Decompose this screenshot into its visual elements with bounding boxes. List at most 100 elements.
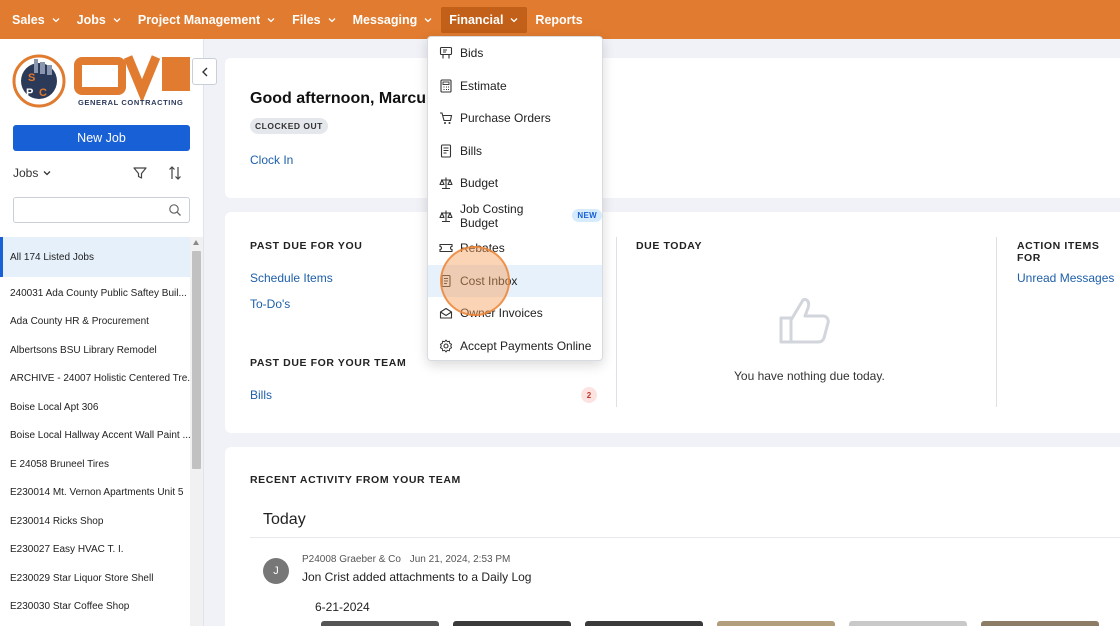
due-items-card: PAST DUE FOR YOU Schedule Items To-Do's …	[225, 212, 1120, 433]
menu-item-estimate[interactable]: Estimate	[428, 70, 602, 102]
bids-icon	[439, 46, 453, 59]
filter-icon[interactable]	[132, 165, 148, 181]
activity-day-heading: Today	[263, 511, 306, 528]
attachment-thumbnails	[321, 621, 1099, 626]
jobs-dropdown[interactable]: Jobs	[13, 166, 52, 180]
nav-sales[interactable]: Sales	[4, 7, 69, 33]
attachment-thumbnail[interactable]	[321, 621, 439, 626]
collapse-sidebar-button[interactable]	[192, 58, 217, 85]
new-badge: NEW	[572, 209, 602, 222]
past-due-you-heading: PAST DUE FOR YOU	[250, 240, 363, 252]
attachment-thumbnail[interactable]	[717, 621, 835, 626]
due-today-heading: DUE TODAY	[636, 240, 703, 252]
job-list-item[interactable]: 240031 Ada County Public Saftey Buil...	[0, 279, 190, 308]
scale-icon	[439, 210, 453, 222]
search-icon[interactable]	[168, 203, 182, 217]
recent-activity-heading: RECENT ACTIVITY FROM YOUR TEAM	[250, 474, 461, 486]
avatar: J	[263, 558, 289, 584]
thumbs-up-icon	[779, 298, 830, 344]
chevron-down-icon	[327, 15, 337, 25]
job-list-item[interactable]: Ada County HR & Procurement	[0, 308, 190, 337]
bills-count-badge: 2	[581, 387, 597, 403]
greeting-text: Good afternoon, Marcu	[250, 90, 426, 107]
divider	[250, 537, 1120, 538]
top-nav: Sales Jobs Project Management Files Mess…	[0, 0, 1120, 39]
chevron-down-icon	[423, 15, 433, 25]
chevron-left-icon	[201, 67, 207, 76]
unread-messages-link[interactable]: Unread Messages	[1017, 271, 1114, 285]
nav-financial[interactable]: Financial	[441, 6, 528, 33]
job-search-input[interactable]	[20, 198, 170, 222]
bills-link[interactable]: Bills	[250, 388, 272, 402]
greeting-card: Good afternoon, Marcu CLOCKED OUT Clock …	[225, 58, 1120, 198]
job-list: All 174 Listed Jobs 240031 Ada County Pu…	[0, 237, 190, 626]
chevron-down-icon	[112, 15, 122, 25]
action-items-heading: ACTION ITEMS FOR	[1017, 240, 1100, 264]
menu-item-budget[interactable]: Budget	[428, 167, 602, 199]
ticket-icon	[439, 243, 453, 253]
clock-in-link[interactable]: Clock In	[250, 153, 293, 167]
cart-icon	[440, 112, 453, 124]
attachment-thumbnail[interactable]	[849, 621, 967, 626]
job-list-item[interactable]: E230027 Easy HVAC T. I.	[0, 536, 190, 565]
chevron-down-icon	[266, 15, 276, 25]
menu-item-bids[interactable]: Bids	[428, 37, 602, 69]
chevron-down-icon	[51, 15, 61, 25]
activity-job-link[interactable]: P24008 Graeber & Co	[302, 554, 401, 565]
attachment-thumbnail[interactable]	[585, 621, 703, 626]
gear-icon	[439, 339, 453, 352]
job-search-field	[13, 197, 190, 223]
financial-dropdown-menu: Bids Estimate Purchase Orders Bills Budg…	[427, 36, 603, 361]
nav-project-management[interactable]: Project Management	[130, 7, 284, 33]
recent-activity-card: RECENT ACTIVITY FROM YOUR TEAM Today J P…	[225, 447, 1120, 626]
nav-messaging[interactable]: Messaging	[345, 7, 442, 33]
nothing-due-text: You have nothing due today.	[734, 369, 885, 383]
column-divider	[616, 237, 617, 407]
scrollbar-thumb[interactable]	[192, 251, 201, 469]
schedule-items-link[interactable]: Schedule Items	[250, 271, 333, 285]
job-list-scrollbar[interactable]	[190, 237, 203, 626]
calculator-icon	[440, 78, 452, 93]
activity-meta: P24008 Graeber & Co Jun 21, 2024, 2:53 P…	[302, 554, 516, 565]
job-list-item[interactable]: E230014 Mt. Vernon Apartments Unit 5	[0, 479, 190, 508]
column-divider	[996, 237, 997, 407]
nav-reports[interactable]: Reports	[527, 7, 590, 33]
menu-item-accept-payments-online[interactable]: Accept Payments Online	[428, 330, 602, 362]
chevron-down-icon	[43, 171, 51, 176]
menu-item-job-costing-budget[interactable]: Job Costing Budget NEW	[428, 200, 602, 232]
clock-status-badge: CLOCKED OUT	[250, 118, 328, 134]
activity-timestamp: Jun 21, 2024, 2:53 PM	[409, 554, 511, 565]
sidebar: S P C GENERAL CONTRACTING New Job Jobs A…	[0, 39, 204, 626]
past-due-team-heading: PAST DUE FOR YOUR TEAM	[250, 357, 407, 369]
nav-jobs[interactable]: Jobs	[69, 7, 130, 33]
activity-log-date: 6-21-2024	[315, 600, 370, 614]
svg-text:C: C	[39, 87, 47, 99]
svg-text:GENERAL CONTRACTING: GENERAL CONTRACTING	[78, 98, 183, 107]
job-list-item[interactable]: E230029 Star Liquor Store Shell	[0, 564, 190, 593]
svg-text:S: S	[28, 72, 35, 84]
activity-description[interactable]: Jon Crist added attachments to a Daily L…	[302, 570, 531, 584]
chevron-down-icon	[509, 15, 519, 25]
job-list-item[interactable]: E 24058 Bruneel Tires	[0, 450, 190, 479]
attachment-thumbnail[interactable]	[453, 621, 571, 626]
nav-files[interactable]: Files	[284, 7, 345, 33]
scale-icon	[439, 177, 453, 190]
job-list-item-all[interactable]: All 174 Listed Jobs	[0, 237, 190, 277]
attachment-thumbnail[interactable]	[981, 621, 1099, 626]
click-indicator	[440, 246, 510, 316]
scroll-up-arrow-icon[interactable]	[193, 240, 199, 245]
job-list-item[interactable]: Boise Local Hallway Accent Wall Paint ..…	[0, 422, 190, 451]
bill-icon	[440, 143, 452, 158]
job-list-item[interactable]: ARCHIVE - 24007 Holistic Centered Tre...	[0, 365, 190, 394]
menu-item-purchase-orders[interactable]: Purchase Orders	[428, 102, 602, 134]
menu-item-bills[interactable]: Bills	[428, 135, 602, 167]
job-list-item[interactable]: Albertsons BSU Library Remodel	[0, 336, 190, 365]
sort-icon[interactable]	[167, 165, 183, 181]
company-logo: S P C GENERAL CONTRACTING	[12, 53, 192, 109]
job-list-item[interactable]: Boise Local Apt 306	[0, 393, 190, 422]
new-job-button[interactable]: New Job	[13, 125, 190, 151]
todos-link[interactable]: To-Do's	[250, 297, 290, 311]
invoice-icon	[439, 307, 453, 319]
job-list-item[interactable]: E230014 Ricks Shop	[0, 507, 190, 536]
job-list-item[interactable]: E230030 Star Coffee Shop	[0, 593, 190, 622]
